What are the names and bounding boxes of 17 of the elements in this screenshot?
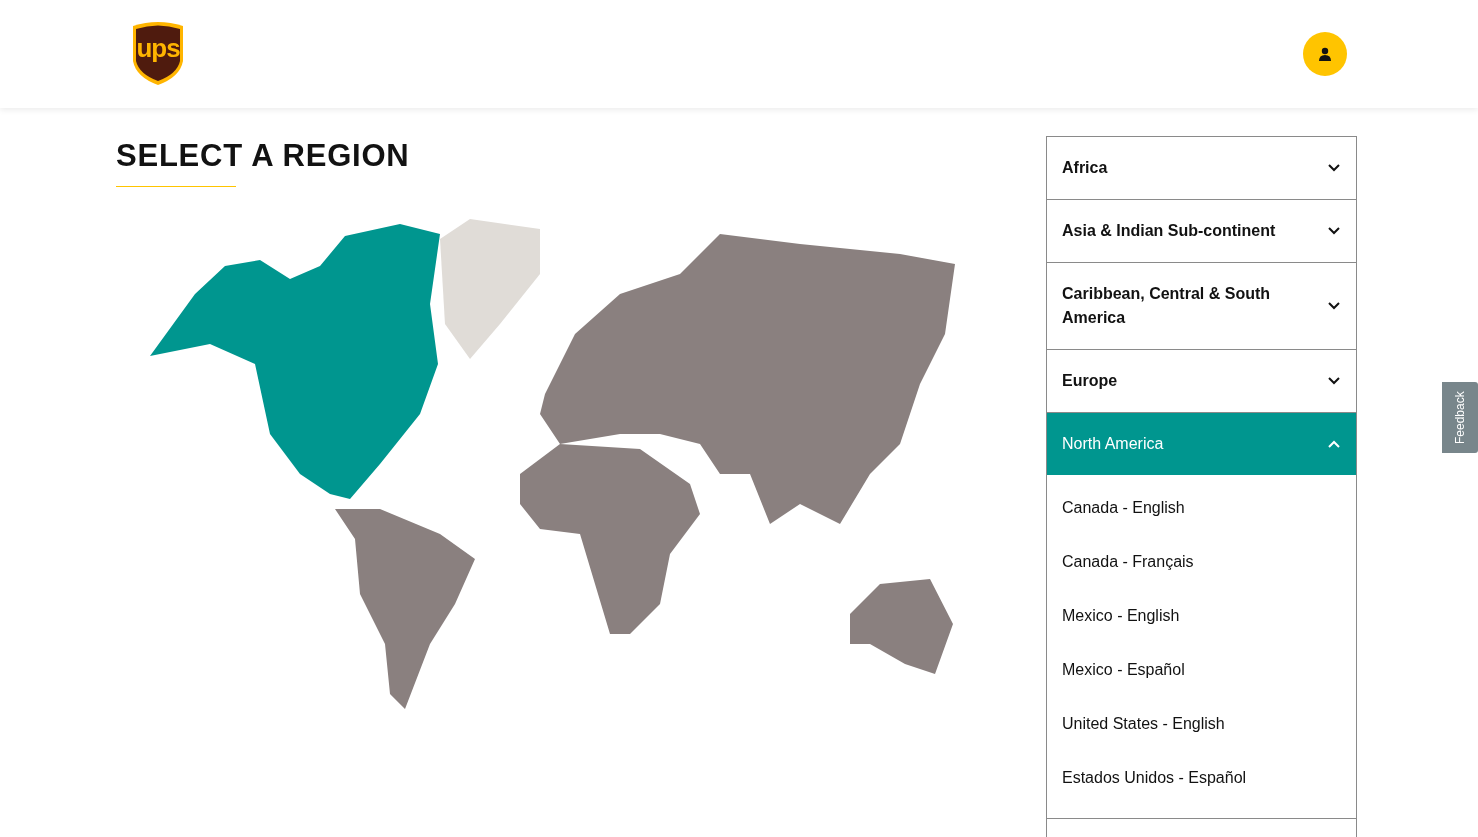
chevron-up-icon — [1328, 440, 1340, 448]
country-link[interactable]: Mexico - Español — [1047, 643, 1356, 697]
region-header[interactable]: North America — [1047, 412, 1356, 475]
country-link[interactable]: Canada - Français — [1047, 535, 1356, 589]
person-icon — [1318, 47, 1332, 61]
account-button[interactable] — [1303, 32, 1347, 76]
chevron-down-icon — [1328, 164, 1340, 172]
country-link[interactable]: Estados Unidos - Español — [1047, 751, 1356, 805]
chevron-down-icon — [1328, 377, 1340, 385]
chevron-down-icon — [1328, 302, 1340, 310]
country-link[interactable]: Canada - English — [1047, 481, 1356, 535]
page-title: SELECT A REGION — [116, 140, 410, 171]
country-link[interactable]: United States - English — [1047, 697, 1356, 751]
feedback-tab[interactable]: Feedback — [1442, 382, 1478, 453]
country-link[interactable]: Mexico - English — [1047, 589, 1356, 643]
ups-logo[interactable]: ups — [130, 21, 186, 87]
chevron-down-icon — [1328, 227, 1340, 235]
